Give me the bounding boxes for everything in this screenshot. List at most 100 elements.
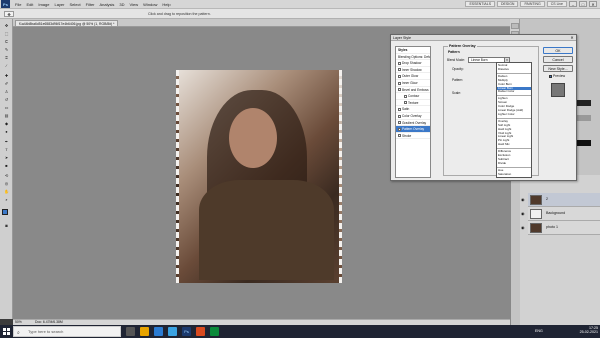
document-image[interactable] <box>176 70 342 283</box>
close-icon[interactable]: ✕ <box>569 35 575 41</box>
windows-start-icon[interactable] <box>3 328 10 335</box>
taskbar-search-box[interactable]: ⌕ Type here to search <box>13 326 121 337</box>
style-item[interactable]: Satin <box>396 106 430 113</box>
style-item[interactable]: Color Overlay <box>396 113 430 120</box>
quick-mask-icon[interactable]: ◙ <box>2 222 11 229</box>
edge-icon[interactable] <box>154 327 163 336</box>
style-checkbox[interactable] <box>398 127 401 131</box>
style-item[interactable]: Pattern Overlay <box>396 126 430 133</box>
shape-icon[interactable]: ■ <box>2 162 11 169</box>
blend-mode-option[interactable]: Color <box>497 176 531 177</box>
workspace-design-button[interactable]: DESIGN <box>497 1 519 7</box>
menu-file[interactable]: File <box>15 2 21 7</box>
language-indicator[interactable]: ENG <box>535 329 543 333</box>
style-checkbox[interactable] <box>398 121 401 125</box>
workspace-painting-button[interactable]: PAINTING <box>520 1 545 7</box>
style-item[interactable]: Drop Shadow <box>396 60 430 67</box>
style-checkbox[interactable] <box>398 81 401 85</box>
eyedropper-icon[interactable]: ⁄ <box>2 62 11 69</box>
eye-icon[interactable]: ◉ <box>521 197 526 202</box>
brush-icon[interactable]: ✐ <box>2 80 11 87</box>
layer-row[interactable]: ◉ Background <box>521 207 600 221</box>
cancel-button[interactable]: Cancel <box>543 56 573 63</box>
layer-row[interactable]: ◉ 2 <box>521 193 600 207</box>
styles-header[interactable]: Styles <box>396 47 430 54</box>
app-taskbar-icon[interactable] <box>196 327 205 336</box>
crop-icon[interactable]: ⌗ <box>2 54 11 61</box>
healing-icon[interactable]: ✚ <box>2 72 11 79</box>
quick-select-icon[interactable]: ✎ <box>2 46 11 53</box>
style-checkbox[interactable] <box>404 94 407 98</box>
eraser-icon[interactable]: ▭ <box>2 104 11 111</box>
menu-view[interactable]: View <box>130 2 139 7</box>
lasso-icon[interactable]: ᑕ <box>2 38 11 45</box>
menu-image[interactable]: Image <box>38 2 49 7</box>
clone-stamp-icon[interactable]: ♙ <box>2 88 11 95</box>
3d-camera-icon[interactable]: ◎ <box>2 180 11 187</box>
menu-edit[interactable]: Edit <box>26 2 33 7</box>
style-checkbox[interactable] <box>398 108 401 112</box>
menu-help[interactable]: Help <box>162 2 170 7</box>
style-item[interactable]: Stroke <box>396 133 430 140</box>
pen-icon[interactable]: ✒ <box>2 138 11 145</box>
layer-row[interactable]: ◉ photo 1 <box>521 221 600 235</box>
style-item[interactable]: Contour <box>396 93 430 100</box>
document-tab[interactable]: f1a44b8ba6d51e6583d96f17e4b6406.jpg @ 50… <box>15 20 119 27</box>
color-panel-icon[interactable] <box>511 23 519 29</box>
menu-3d[interactable]: 3D <box>119 2 124 7</box>
style-item[interactable]: Gradient Overlay <box>396 120 430 127</box>
blend-mode-option[interactable]: Dissolve <box>497 67 531 72</box>
blend-mode-option[interactable]: Darker Color <box>497 89 531 94</box>
type-icon[interactable]: T <box>2 146 11 153</box>
menu-analysis[interactable]: Analysis <box>100 2 115 7</box>
style-item[interactable]: Blending Options: Default <box>396 54 430 61</box>
style-item[interactable]: Bevel and Emboss <box>396 87 430 94</box>
blend-mode-option[interactable]: Divide <box>497 161 531 166</box>
preview-checkbox[interactable]: Preview <box>549 74 565 78</box>
move-tool-preset-icon[interactable]: ✥ <box>4 11 14 17</box>
maximize-icon[interactable]: □ <box>579 1 587 7</box>
close-icon[interactable]: ✕ <box>589 1 597 7</box>
menu-layer[interactable]: Layer <box>54 2 64 7</box>
workspace-essentials-button[interactable]: ESSENTIALS <box>465 1 496 7</box>
ok-button[interactable]: OK <box>543 47 573 54</box>
minimize-icon[interactable]: – <box>569 1 577 7</box>
gradient-icon[interactable]: ▤ <box>2 112 11 119</box>
style-checkbox[interactable] <box>398 114 401 118</box>
path-select-icon[interactable]: ➤ <box>2 154 11 161</box>
dodge-icon[interactable]: ● <box>2 128 11 135</box>
app2-taskbar-icon[interactable] <box>210 327 219 336</box>
menu-window[interactable]: Window <box>143 2 157 7</box>
task-view-icon[interactable] <box>126 327 135 336</box>
new-style-button[interactable]: New Style... <box>543 65 573 72</box>
zoom-level[interactable]: 50% <box>15 320 22 324</box>
hand-icon[interactable]: ✋ <box>2 188 11 195</box>
eye-icon[interactable]: ◉ <box>521 225 526 230</box>
system-clock[interactable]: 17:25 25-02-2021 <box>580 326 598 334</box>
menu-select[interactable]: Select <box>70 2 81 7</box>
checkbox-checked-icon[interactable] <box>549 74 552 78</box>
file-explorer-icon[interactable] <box>140 327 149 336</box>
zoom-icon[interactable]: ⌕ <box>2 196 11 203</box>
style-checkbox[interactable] <box>398 75 401 79</box>
cs-live-button[interactable]: CS Live <box>546 1 567 7</box>
3d-rotate-icon[interactable]: ⟲ <box>2 172 11 179</box>
style-checkbox[interactable] <box>398 61 401 65</box>
style-item[interactable]: Outer Glow <box>396 73 430 80</box>
style-item[interactable]: Inner Shadow <box>396 67 430 74</box>
menu-filter[interactable]: Filter <box>86 2 95 7</box>
store-icon[interactable] <box>168 327 177 336</box>
move-icon[interactable]: ✥ <box>2 22 11 29</box>
marquee-icon[interactable]: ⬚ <box>2 30 11 37</box>
style-checkbox[interactable] <box>398 134 401 138</box>
style-item[interactable]: Texture <box>396 100 430 107</box>
blend-mode-option[interactable]: Lighter Color <box>497 112 531 117</box>
history-brush-icon[interactable]: ↺ <box>2 96 11 103</box>
eye-icon[interactable]: ◉ <box>521 211 526 216</box>
blur-icon[interactable]: ◆ <box>2 120 11 127</box>
style-checkbox[interactable] <box>398 68 401 72</box>
blend-mode-dropdown[interactable]: Normal Dissolve Darken Multiply Color Burn Li… <box>496 62 532 178</box>
blend-mode-option[interactable]: Hard Mix <box>497 142 531 147</box>
style-item[interactable]: Inner Glow <box>396 80 430 87</box>
foreground-color-swatch[interactable] <box>2 209 8 215</box>
